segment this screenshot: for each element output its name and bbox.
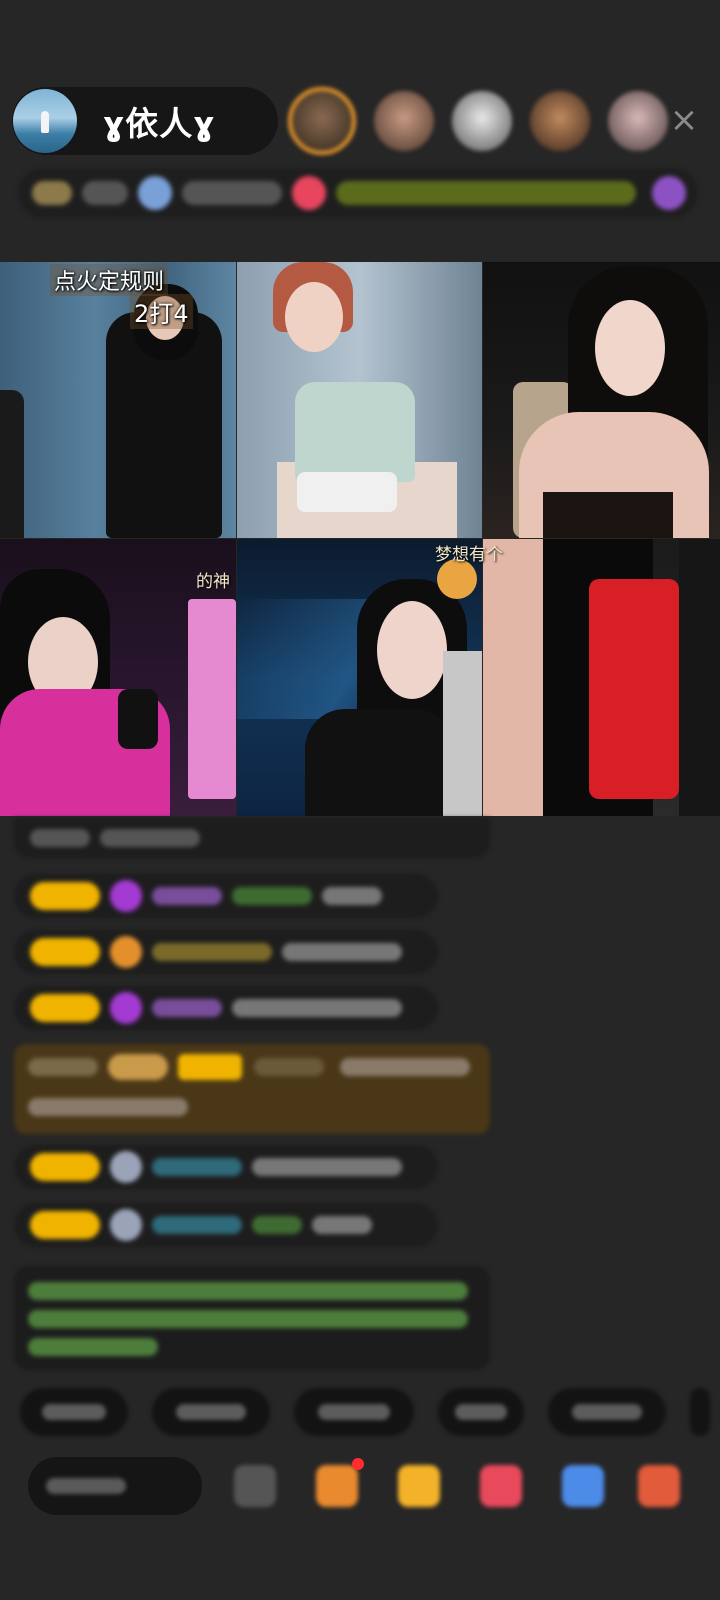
chat-message bbox=[14, 986, 438, 1030]
viewer-avatar[interactable] bbox=[530, 91, 590, 151]
comment-input[interactable] bbox=[28, 1457, 202, 1515]
video-cell-1[interactable]: 点火定规则 2打4 bbox=[0, 262, 236, 538]
overlay-text: 的神 bbox=[196, 572, 230, 592]
quick-reply-button[interactable] bbox=[20, 1388, 128, 1436]
emoji-icon[interactable] bbox=[234, 1465, 276, 1507]
rule-overlay-text: 2打4 bbox=[130, 294, 193, 329]
share-icon[interactable] bbox=[562, 1465, 604, 1507]
gift-message bbox=[14, 1044, 490, 1134]
quick-reply-button[interactable] bbox=[152, 1388, 270, 1436]
rank-badge bbox=[32, 181, 72, 205]
quick-reply-bar bbox=[20, 1388, 710, 1436]
video-cell-2[interactable] bbox=[237, 262, 482, 538]
hot-icon bbox=[292, 176, 326, 210]
room-info-strip[interactable] bbox=[18, 168, 698, 218]
top-viewers-list bbox=[288, 84, 686, 158]
marquee-text bbox=[336, 181, 636, 205]
app-icon bbox=[138, 176, 172, 210]
gift-icon[interactable] bbox=[398, 1465, 440, 1507]
quick-reply-button[interactable] bbox=[548, 1388, 666, 1436]
chat-message bbox=[14, 818, 490, 858]
more-icon[interactable] bbox=[638, 1465, 680, 1507]
quick-reply-button[interactable] bbox=[690, 1388, 710, 1436]
chat-message bbox=[14, 1203, 438, 1247]
video-cell-4[interactable]: 的神 bbox=[0, 539, 236, 816]
viewer-avatar[interactable] bbox=[452, 91, 512, 151]
interaction-icon[interactable] bbox=[480, 1465, 522, 1507]
viewer-avatar[interactable] bbox=[374, 91, 434, 151]
host-info-pill[interactable]: ɣ依人ɣ bbox=[12, 87, 278, 155]
gift-icon bbox=[652, 176, 686, 210]
overlay-text: 梦想有个 bbox=[435, 545, 503, 565]
bottom-action-bar bbox=[28, 1456, 708, 1516]
chat-message bbox=[14, 930, 438, 974]
video-cell-5[interactable] bbox=[237, 539, 482, 816]
video-cell-3[interactable] bbox=[483, 262, 720, 538]
info-text bbox=[182, 181, 282, 205]
quick-reply-button[interactable] bbox=[438, 1388, 524, 1436]
chat-message bbox=[14, 1145, 438, 1189]
host-name: ɣ依人ɣ bbox=[103, 104, 216, 143]
viewer-avatar[interactable] bbox=[288, 87, 356, 155]
host-avatar[interactable] bbox=[13, 89, 77, 153]
close-icon[interactable]: × bbox=[664, 100, 704, 140]
video-cell-6[interactable] bbox=[483, 539, 720, 816]
beach-avatar-icon bbox=[41, 111, 49, 133]
rule-overlay-text: 点火定规则 bbox=[50, 264, 169, 296]
chat-message bbox=[14, 874, 438, 918]
info-text bbox=[82, 181, 128, 205]
quick-reply-button[interactable] bbox=[294, 1388, 414, 1436]
shop-icon[interactable] bbox=[316, 1465, 358, 1507]
viewer-avatar[interactable] bbox=[608, 91, 668, 151]
video-grid: 点火定规则 2打4 的神 梦想有个 bbox=[0, 262, 720, 816]
system-notice bbox=[14, 1266, 490, 1370]
notification-dot bbox=[352, 1458, 364, 1470]
